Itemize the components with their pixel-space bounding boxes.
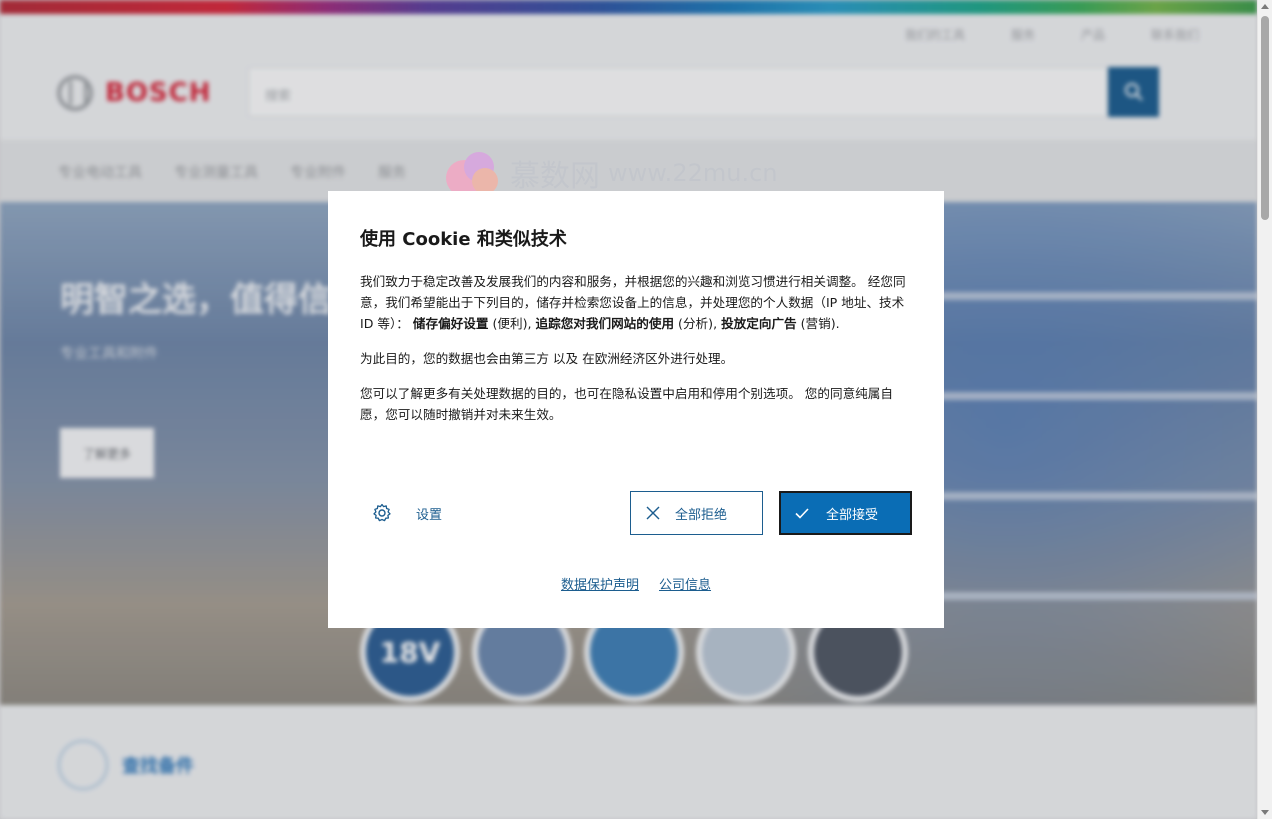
watermark-url: www.22mu.cn [608,159,778,187]
watermark-brand: 慕数网 [510,159,600,194]
purpose-preferences: 储存偏好设置 [412,316,489,331]
accept-all-button[interactable]: 全部接受 [779,491,912,535]
scroll-down-arrow-icon[interactable] [1261,810,1269,815]
dialog-paragraph-voluntary: 您可以了解更多有关处理数据的目的，也可在隐私设置中启用和停用个别选项。 您的同意… [360,386,893,422]
dialog-title: 使用 Cookie 和类似技术 [360,229,567,250]
close-icon [646,506,660,520]
reject-all-button[interactable]: 全部拒绝 [630,491,763,535]
cookie-consent-dialog: 使用 Cookie 和类似技术 我们致力于稳定改善及发展我们的内容和服务，并根据… [328,191,944,628]
dialog-actions: 设置 全部拒绝 全部接受 [360,491,912,535]
settings-button[interactable]: 设置 [360,491,442,535]
purpose-tag: (分析), [674,316,722,331]
accept-all-label: 全部接受 [826,507,879,523]
reject-all-label: 全部拒绝 [675,507,728,523]
privacy-statement-link[interactable]: 数据保护声明 [561,574,639,593]
imprint-link[interactable]: 公司信息 [659,574,711,593]
watermark-logo-icon [446,150,502,196]
checkmark-icon [795,508,809,519]
dialog-paragraph-third-party: 为此目的，您的数据也会由第三方 以及 在欧洲经济区外进行处理。 [360,351,734,366]
page-scrollbar[interactable] [1257,0,1272,819]
scroll-up-arrow-icon[interactable] [1261,4,1269,9]
scrollbar-thumb[interactable] [1261,16,1269,220]
settings-label: 设置 [416,507,443,523]
purpose-analytics: 追踪您对我们网站的使用 [535,316,675,331]
gear-icon [373,503,391,522]
purpose-marketing: 投放定向广告 [721,316,797,331]
dialog-paragraph-purposes: 我们致力于稳定改善及发展我们的内容和服务，并根据您的兴趣和浏览习惯进行相关调整。… [360,271,912,334]
watermark: 慕数网 www.22mu.cn [446,150,777,196]
purpose-tag: (营销). [796,316,840,331]
dialog-footer-links: 数据保护声明 公司信息 [328,574,944,593]
purpose-tag: (便利), [488,316,536,331]
